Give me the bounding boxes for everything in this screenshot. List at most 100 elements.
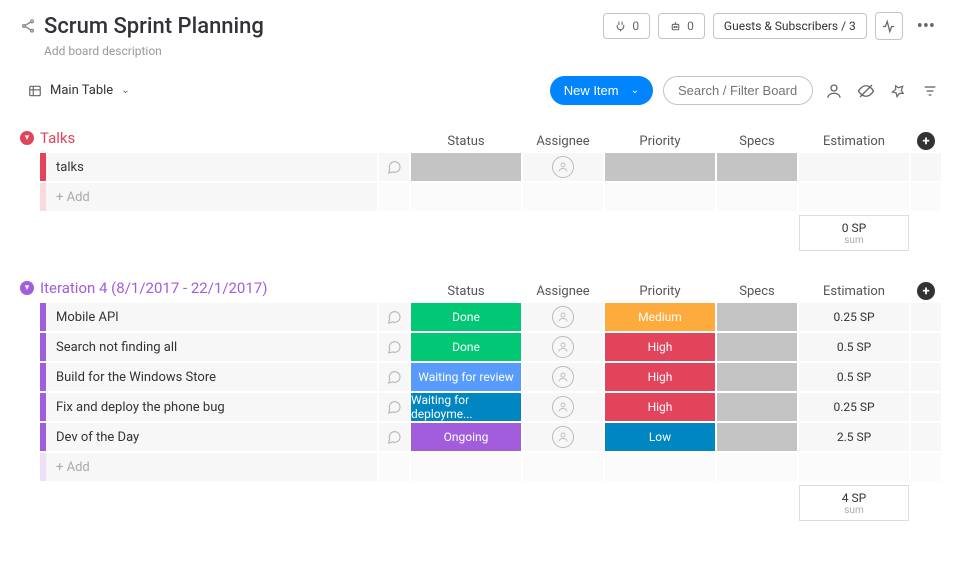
table-row[interactable]: talks <box>20 153 941 181</box>
table-row[interactable]: Mobile API Done Medium 0.25 SP <box>20 303 941 331</box>
automations[interactable]: 0 <box>658 13 705 39</box>
view-selector[interactable]: Main Table ⌄ <box>20 79 138 102</box>
row-end <box>911 333 941 361</box>
priority-cell[interactable]: High <box>605 393 715 421</box>
add-column-button[interactable]: + <box>917 282 935 300</box>
person-icon <box>552 156 574 178</box>
guests-subscribers[interactable]: Guests & Subscribers / 3 <box>713 13 867 39</box>
chat-icon[interactable] <box>379 303 409 331</box>
table-row[interactable]: Search not finding all Done High 0.5 SP <box>20 333 941 361</box>
sum-value: 0 SP <box>842 221 866 235</box>
person-icon <box>552 396 574 418</box>
status-cell[interactable]: Done <box>411 303 521 331</box>
estimation-cell[interactable]: 2.5 SP <box>799 423 909 451</box>
row-end <box>911 363 941 391</box>
table-row[interactable]: Dev of the Day Ongoing Low 2.5 SP <box>20 423 941 451</box>
assignee-cell[interactable] <box>523 423 603 451</box>
group-title[interactable]: Talks <box>40 129 75 147</box>
sum-label: sum <box>844 505 863 516</box>
row-end <box>911 303 941 331</box>
row-end <box>911 423 941 451</box>
chat-icon[interactable] <box>379 333 409 361</box>
chat-icon[interactable] <box>379 393 409 421</box>
priority-cell[interactable]: High <box>605 363 715 391</box>
view-label: Main Table <box>50 83 113 98</box>
column-header: Estimation <box>799 280 909 303</box>
specs-cell[interactable] <box>717 333 797 361</box>
board-description[interactable]: Add board description <box>44 44 941 58</box>
group-title[interactable]: Iteration 4 (8/1/2017 - 22/1/2017) <box>40 279 267 297</box>
column-header: Priority <box>605 130 715 153</box>
eye-hidden-icon[interactable] <box>855 80 877 102</box>
person-icon <box>552 306 574 328</box>
person-icon <box>552 426 574 448</box>
item-name[interactable]: Dev of the Day <box>46 423 377 451</box>
search-input[interactable] <box>663 76 813 105</box>
item-name[interactable]: talks <box>46 153 377 181</box>
person-icon <box>552 336 574 358</box>
item-name[interactable]: Mobile API <box>46 303 377 331</box>
chat-icon[interactable] <box>379 153 409 181</box>
status-cell[interactable]: Waiting for review <box>411 363 521 391</box>
add-item-label[interactable]: + Add <box>46 183 377 211</box>
add-item-row[interactable]: + Add <box>20 183 941 211</box>
estimation-cell[interactable] <box>799 153 909 181</box>
chevron-down-icon: ⌄ <box>121 85 129 96</box>
table-icon <box>28 84 42 98</box>
priority-cell[interactable]: Low <box>605 423 715 451</box>
table-row[interactable]: Fix and deploy the phone bug Waiting for… <box>20 393 941 421</box>
item-name[interactable]: Build for the Windows Store <box>46 363 377 391</box>
assignee-cell[interactable] <box>523 363 603 391</box>
share-icon <box>20 18 36 34</box>
person-icon[interactable] <box>823 80 845 102</box>
add-item-row[interactable]: + Add <box>20 453 941 481</box>
estimation-cell[interactable]: 0.5 SP <box>799 363 909 391</box>
new-item-button[interactable]: New Item ⌄ <box>550 76 653 105</box>
column-header: Priority <box>605 280 715 303</box>
estimation-cell[interactable]: 0.25 SP <box>799 303 909 331</box>
item-name[interactable]: Fix and deploy the phone bug <box>46 393 377 421</box>
add-column-button[interactable]: + <box>917 132 935 150</box>
status-cell[interactable] <box>411 153 521 181</box>
new-item-label: New Item <box>564 83 619 98</box>
column-header: Assignee <box>523 130 603 153</box>
group-collapse-icon[interactable]: ▾ <box>20 131 34 145</box>
priority-cell[interactable]: High <box>605 333 715 361</box>
column-header: Specs <box>717 130 797 153</box>
table-row[interactable]: Build for the Windows Store Waiting for … <box>20 363 941 391</box>
column-header: Status <box>411 280 521 303</box>
person-icon <box>552 366 574 388</box>
page-title: Scrum Sprint Planning <box>44 14 264 39</box>
assignee-cell[interactable] <box>523 333 603 361</box>
activity-icon[interactable] <box>875 12 903 40</box>
group-collapse-icon[interactable]: ▾ <box>20 281 34 295</box>
estimation-cell[interactable]: 0.25 SP <box>799 393 909 421</box>
status-cell[interactable]: Waiting for deployme... <box>411 393 521 421</box>
status-cell[interactable]: Done <box>411 333 521 361</box>
pin-icon[interactable] <box>887 80 909 102</box>
specs-cell[interactable] <box>717 303 797 331</box>
estimation-cell[interactable]: 0.5 SP <box>799 333 909 361</box>
status-cell[interactable]: Ongoing <box>411 423 521 451</box>
priority-cell[interactable] <box>605 153 715 181</box>
more-menu-icon[interactable]: ••• <box>911 16 941 37</box>
integrations-plug[interactable]: 0 <box>603 13 650 39</box>
add-item-label[interactable]: + Add <box>46 453 377 481</box>
specs-cell[interactable] <box>717 393 797 421</box>
column-header: Assignee <box>523 280 603 303</box>
chat-icon[interactable] <box>379 363 409 391</box>
chevron-down-icon: ⌄ <box>631 85 639 96</box>
row-end <box>911 393 941 421</box>
chat-icon[interactable] <box>379 423 409 451</box>
item-name[interactable]: Search not finding all <box>46 333 377 361</box>
estimation-sum: 4 SP sum <box>799 485 909 521</box>
priority-cell[interactable]: Medium <box>605 303 715 331</box>
specs-cell[interactable] <box>717 363 797 391</box>
specs-cell[interactable] <box>717 153 797 181</box>
assignee-cell[interactable] <box>523 153 603 181</box>
filter-icon[interactable] <box>919 80 941 102</box>
assignee-cell[interactable] <box>523 393 603 421</box>
specs-cell[interactable] <box>717 423 797 451</box>
group: ▾ Iteration 4 (8/1/2017 - 22/1/2017) Sta… <box>20 279 941 521</box>
assignee-cell[interactable] <box>523 303 603 331</box>
